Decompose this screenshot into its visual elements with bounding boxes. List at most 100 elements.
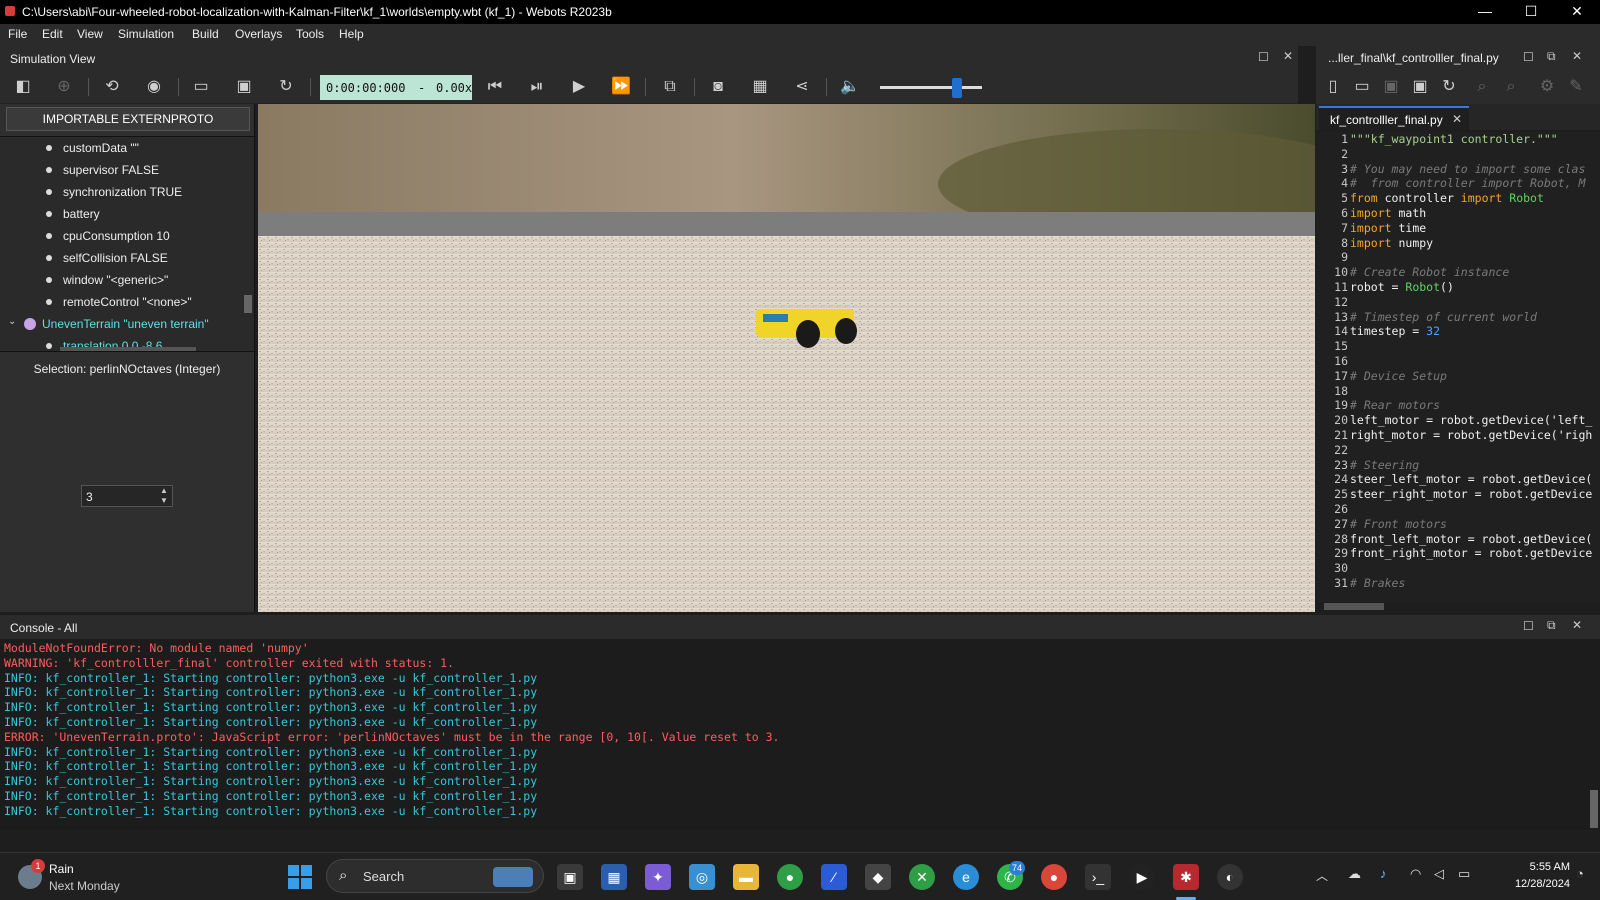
line-number: 3: [1341, 161, 1348, 176]
close-icon[interactable]: ✕: [1572, 618, 1582, 632]
menu-simulation[interactable]: Simulation: [118, 27, 174, 41]
line-number: 12: [1334, 294, 1348, 309]
close-tab-icon[interactable]: ✕: [1452, 112, 1462, 126]
weather-badge: 1: [31, 859, 45, 873]
wifi-icon[interactable]: ◠: [1410, 866, 1421, 882]
spin-up-icon[interactable]: ▲: [160, 486, 168, 495]
speaker-icon[interactable]: ◁: [1434, 866, 1444, 882]
terminal-icon[interactable]: ›_: [1085, 864, 1111, 890]
editor-tab[interactable]: kf_controlller_final.py ✕: [1319, 106, 1469, 130]
reset-simulation-icon[interactable]: ⏮: [484, 76, 506, 98]
menu-tools[interactable]: Tools: [296, 27, 324, 41]
spin-down-icon[interactable]: ▼: [160, 496, 168, 505]
integer-spinbox[interactable]: 3 ▲ ▼: [81, 485, 173, 507]
build-icon[interactable]: ⚙: [1536, 76, 1558, 98]
chrome-icon[interactable]: ●: [777, 864, 803, 890]
volume-slider-handle[interactable]: [951, 78, 962, 98]
expand-chevron-icon[interactable]: ⌄: [8, 316, 16, 327]
clock-date[interactable]: 12/28/2024: [1490, 878, 1570, 890]
step-icon[interactable]: ⏯: [526, 76, 548, 98]
code-text: # Timestep of current world: [1350, 309, 1537, 324]
console-info-line: INFO: kf_controller_1: Starting controll…: [4, 744, 538, 759]
webots-taskbar-icon[interactable]: ✱: [1173, 864, 1199, 890]
taskbar-search[interactable]: ⌕ Search: [326, 859, 544, 893]
microphone-icon[interactable]: ♪: [1380, 866, 1387, 881]
3d-viewport[interactable]: [258, 104, 1315, 612]
movie-icon[interactable]: ▦: [749, 76, 771, 98]
app-icon[interactable]: ◐: [1217, 864, 1243, 890]
volume-icon[interactable]: 🔈: [839, 76, 861, 98]
menu-edit[interactable]: Edit: [42, 27, 63, 41]
battery-icon[interactable]: ▭: [1458, 866, 1470, 882]
weather-title[interactable]: Rain: [49, 862, 74, 876]
float-icon[interactable]: ☐: [1258, 50, 1269, 64]
render-toggle-icon[interactable]: ⧉: [659, 76, 681, 98]
editor-hscrollbar[interactable]: [1324, 603, 1384, 610]
save-as-icon[interactable]: ▣: [1409, 76, 1431, 98]
revert-icon[interactable]: ↻: [1438, 76, 1460, 98]
weather-subtitle[interactable]: Next Monday: [49, 879, 120, 893]
windows-start-icon[interactable]: [288, 865, 312, 889]
editor-app-icon[interactable]: ⁄: [821, 864, 847, 890]
console-error-line: ModuleNotFoundError: No module named 'nu…: [4, 641, 309, 655]
minimize-button[interactable]: —: [1462, 0, 1508, 24]
open-folder-icon[interactable]: ▭: [1351, 76, 1373, 98]
restore-icon[interactable]: ⧉: [1547, 618, 1556, 633]
edge-icon[interactable]: e: [953, 864, 979, 890]
viewport-scene[interactable]: [258, 104, 1315, 612]
toggle-scene-tree-icon[interactable]: ◧: [12, 76, 34, 98]
xbox-icon[interactable]: ✕: [909, 864, 935, 890]
console-scrollbar[interactable]: [1590, 790, 1598, 828]
add-node-icon[interactable]: ⊕: [53, 76, 75, 98]
media-player-icon[interactable]: ▶: [1129, 864, 1155, 890]
restore-icon[interactable]: ⧉: [1547, 49, 1556, 64]
tree-hscrollbar[interactable]: [60, 347, 196, 351]
menu-view[interactable]: View: [77, 27, 103, 41]
console-output[interactable]: ModuleNotFoundError: No module named 'nu…: [0, 639, 1600, 830]
menu-help[interactable]: Help: [339, 27, 364, 41]
spinbox-value[interactable]: 3: [86, 490, 93, 504]
chevron-up-icon[interactable]: ︿: [1316, 867, 1328, 884]
volume-slider[interactable]: [880, 86, 982, 89]
play-icon[interactable]: ▶: [568, 76, 590, 98]
tree-scrollbar[interactable]: [244, 295, 252, 313]
proto-node-icon: [24, 318, 36, 330]
copilot-icon[interactable]: ✦: [645, 864, 671, 890]
menu-build[interactable]: Build: [192, 27, 219, 41]
close-icon[interactable]: ✕: [1572, 49, 1582, 63]
notification-bell-icon[interactable]: ◔: [1576, 866, 1584, 881]
menu-file[interactable]: File: [8, 27, 27, 41]
bullet-icon: [46, 343, 52, 349]
reload-icon[interactable]: ↻: [275, 76, 297, 98]
line-number: 16: [1334, 354, 1348, 368]
importable-externproto-button[interactable]: IMPORTABLE EXTERNPROTO: [6, 107, 250, 131]
widgets-icon[interactable]: ◎: [689, 864, 715, 890]
file-explorer-icon[interactable]: ▬: [733, 864, 759, 890]
menu-overlays[interactable]: Overlays: [235, 27, 282, 41]
clean-icon[interactable]: ✎: [1565, 76, 1587, 98]
save-icon[interactable]: ▣: [233, 76, 255, 98]
close-icon[interactable]: ✕: [1283, 49, 1293, 63]
float-icon[interactable]: ☐: [1523, 619, 1534, 633]
float-icon[interactable]: ☐: [1523, 50, 1534, 64]
clock-time[interactable]: 5:55 AM: [1498, 861, 1570, 873]
code-editor[interactable]: 1 """kf_waypoint1 controller.""" 2 3 # You m…: [1316, 132, 1600, 602]
task-view-icon[interactable]: ▣: [557, 864, 583, 890]
reset-view-icon[interactable]: ⟲: [101, 76, 123, 98]
save-icon[interactable]: ▣: [1380, 76, 1402, 98]
open-folder-icon[interactable]: ▭: [190, 76, 212, 98]
new-file-icon[interactable]: ▯: [1322, 76, 1344, 98]
replace-icon[interactable]: ⌕: [1500, 76, 1522, 98]
close-button[interactable]: ✕: [1554, 0, 1600, 24]
unity-icon[interactable]: ◆: [865, 864, 891, 890]
store-icon[interactable]: ▦: [601, 864, 627, 890]
eye-icon[interactable]: ◉: [143, 76, 165, 98]
chrome-profile-icon[interactable]: ●: [1041, 864, 1067, 890]
share-icon[interactable]: ⋖: [791, 76, 813, 98]
uneven-terrain[interactable]: [258, 236, 1315, 612]
fast-forward-icon[interactable]: ⏩: [610, 76, 632, 98]
maximize-button[interactable]: ☐: [1508, 0, 1554, 24]
cloud-icon[interactable]: ☁: [1348, 866, 1361, 882]
find-icon[interactable]: ⌕: [1471, 76, 1493, 98]
screenshot-icon[interactable]: ◙: [707, 76, 729, 98]
